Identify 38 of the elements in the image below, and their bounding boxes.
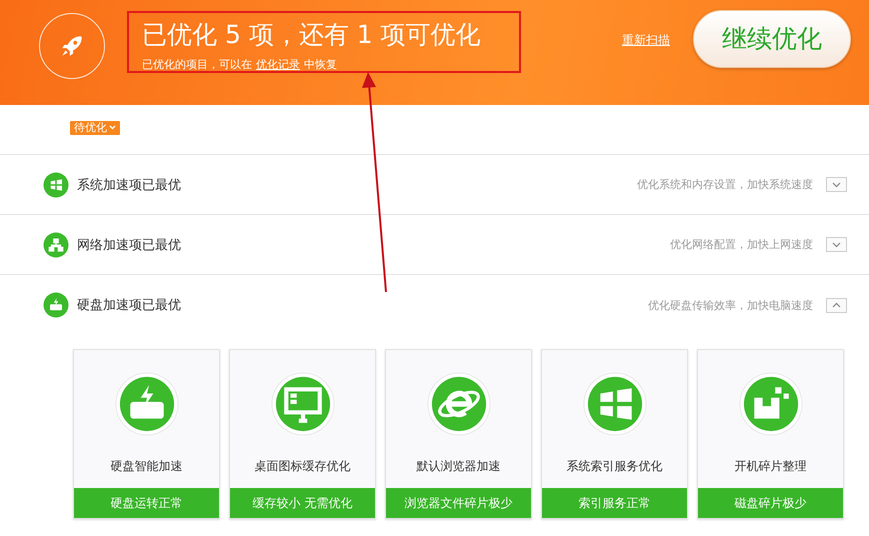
hard-drive-icon — [43, 292, 69, 318]
card-title: 硬盘智能加速 — [110, 458, 182, 475]
section-description: 优化系统和内存设置，加快系统速度 — [637, 177, 813, 192]
chevron-down-icon — [832, 182, 841, 188]
card-status-bar: 磁盘碎片极少 — [698, 488, 843, 518]
optimization-card[interactable]: 桌面图标缓存优化 缓存较小 无需优化 — [229, 349, 376, 519]
expand-toggle-button[interactable] — [826, 298, 847, 312]
optimization-card[interactable]: 系统索引服务优化 索引服务正常 — [541, 349, 688, 519]
restore-hint: 已优化的项目，可以在 优化记录 中恢复 — [142, 57, 338, 72]
network-icon — [43, 232, 69, 258]
hard-drive-icon — [114, 372, 178, 436]
windows-logo-icon — [582, 372, 646, 436]
browser-e-icon — [426, 372, 490, 436]
card-title: 系统索引服务优化 — [566, 458, 662, 475]
card-status-bar: 缓存较小 无需优化 — [230, 488, 375, 518]
card-title: 开机碎片整理 — [734, 458, 806, 475]
card-status-bar: 浏览器文件碎片极少 — [386, 488, 531, 518]
optimization-card[interactable]: 开机碎片整理 磁盘碎片极少 — [697, 349, 844, 519]
optimization-card[interactable]: 默认浏览器加速 浏览器文件碎片极少 — [385, 349, 532, 519]
card-status-bar: 硬盘运转正常 — [74, 488, 219, 518]
section-description: 优化硬盘传输效率，加快电脑速度 — [648, 298, 813, 312]
windows-logo-icon — [43, 172, 69, 198]
chevron-up-icon — [832, 302, 841, 308]
optimization-status-title: 已优化 5 项，还有 1 项可优化 — [142, 19, 482, 51]
caret-icon — [109, 125, 116, 130]
expand-toggle-button[interactable] — [826, 177, 847, 192]
optimization-card[interactable]: 硬盘智能加速 硬盘运转正常 — [73, 349, 220, 519]
card-title: 桌面图标缓存优化 — [254, 458, 350, 475]
card-status-bar: 索引服务正常 — [542, 488, 687, 518]
section-title: 网络加速项已最优 — [77, 236, 181, 254]
section-description: 优化网络配置，加快上网速度 — [670, 237, 813, 252]
card-title: 默认浏览器加速 — [416, 458, 500, 475]
monitor-icon — [270, 372, 334, 436]
blocks-icon — [738, 372, 802, 436]
chevron-down-icon — [832, 242, 841, 248]
section-title: 系统加速项已最优 — [77, 176, 181, 194]
section-title: 硬盘加速项已最优 — [77, 297, 181, 314]
expand-toggle-button[interactable] — [826, 237, 847, 252]
